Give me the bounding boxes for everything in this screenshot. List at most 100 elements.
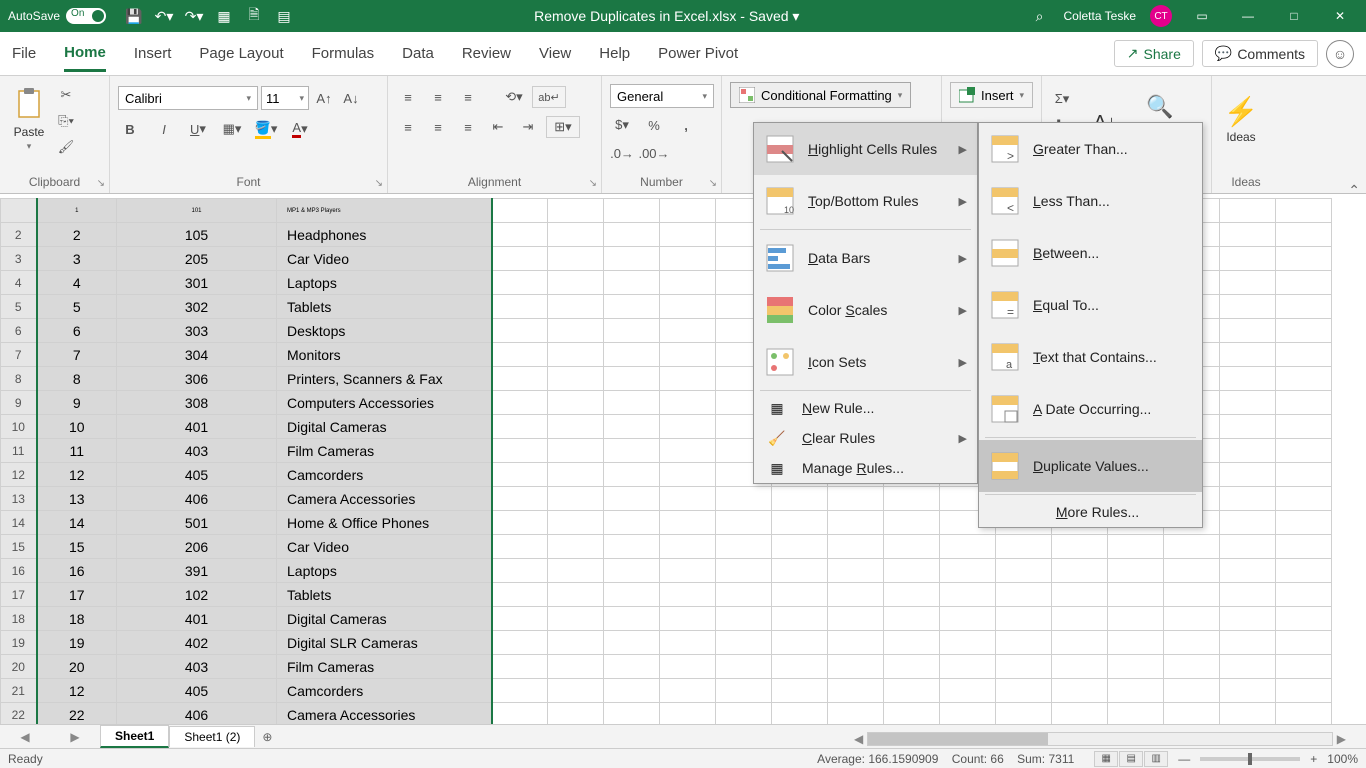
row-header[interactable]: 4 <box>1 271 37 295</box>
menu-date-occurring[interactable]: A Date Occurring... <box>979 383 1202 435</box>
cell[interactable] <box>1276 199 1332 223</box>
cell[interactable] <box>604 271 660 295</box>
cell[interactable] <box>1220 631 1276 655</box>
font-color-icon[interactable]: A▾ <box>288 118 312 140</box>
cell[interactable]: 402 <box>117 631 277 655</box>
cell[interactable] <box>828 607 884 631</box>
cell[interactable]: 405 <box>117 463 277 487</box>
cell[interactable]: 7 <box>37 343 117 367</box>
row-header[interactable]: 12 <box>1 463 37 487</box>
cell[interactable] <box>1052 631 1108 655</box>
cell[interactable] <box>1108 535 1164 559</box>
cell[interactable] <box>828 535 884 559</box>
cell[interactable]: 10 <box>37 415 117 439</box>
cell[interactable] <box>1220 223 1276 247</box>
cell[interactable] <box>884 703 940 725</box>
row-header[interactable]: 17 <box>1 583 37 607</box>
cell[interactable]: 302 <box>117 295 277 319</box>
cell[interactable] <box>604 463 660 487</box>
cell[interactable] <box>604 559 660 583</box>
table-row[interactable]: 2020403Film Cameras <box>1 655 1332 679</box>
cell[interactable]: 16 <box>37 559 117 583</box>
cell[interactable]: 405 <box>117 679 277 703</box>
cell[interactable]: 308 <box>117 391 277 415</box>
cell[interactable] <box>1220 271 1276 295</box>
cell[interactable] <box>492 199 548 223</box>
menu-equal-to[interactable]: = Equal To... <box>979 279 1202 331</box>
cell[interactable]: Tablets <box>277 583 492 607</box>
cell[interactable]: Camera Accessories <box>277 703 492 725</box>
cell[interactable] <box>884 631 940 655</box>
cell[interactable] <box>604 439 660 463</box>
tab-power-pivot[interactable]: Power Pivot <box>658 37 738 70</box>
cell[interactable]: 306 <box>117 367 277 391</box>
cell[interactable] <box>1220 199 1276 223</box>
cell[interactable]: 19 <box>37 631 117 655</box>
row-header[interactable]: 16 <box>1 559 37 583</box>
increase-indent-icon[interactable]: ⇥ <box>516 116 540 138</box>
tab-view[interactable]: View <box>539 37 571 70</box>
cell[interactable] <box>1164 607 1220 631</box>
cell[interactable] <box>1220 559 1276 583</box>
copy-icon[interactable]: ⎘▾ <box>54 110 78 132</box>
cell[interactable] <box>1052 535 1108 559</box>
comments-button[interactable]: 💬 Comments <box>1202 40 1318 67</box>
align-center-icon[interactable]: ≡ <box>426 116 450 138</box>
cell[interactable] <box>660 487 716 511</box>
cell[interactable] <box>660 535 716 559</box>
cell[interactable] <box>828 655 884 679</box>
close-icon[interactable]: ✕ <box>1324 9 1356 23</box>
share-button[interactable]: ↗ Share <box>1114 40 1194 67</box>
cell[interactable]: 401 <box>117 415 277 439</box>
cell[interactable] <box>828 703 884 725</box>
cell[interactable] <box>492 463 548 487</box>
merge-center-button[interactable]: ⊞▾ <box>546 116 580 138</box>
tab-page-layout[interactable]: Page Layout <box>199 37 283 70</box>
cell[interactable]: Home & Office Phones <box>277 511 492 535</box>
cell[interactable]: 303 <box>117 319 277 343</box>
cell[interactable] <box>604 391 660 415</box>
undo-icon[interactable]: ↶▾ <box>154 6 174 26</box>
zoom-in-button[interactable]: + <box>1310 752 1317 766</box>
cell[interactable] <box>828 487 884 511</box>
cell[interactable] <box>492 487 548 511</box>
cell[interactable] <box>772 511 828 535</box>
align-top-icon[interactable]: ≡ <box>396 86 420 108</box>
menu-top-bottom-rules[interactable]: 10 Top/Bottom Rules ▶ <box>754 175 977 227</box>
cell[interactable] <box>660 679 716 703</box>
cell[interactable]: 406 <box>117 703 277 725</box>
cell[interactable] <box>1108 607 1164 631</box>
row-header[interactable]: 21 <box>1 679 37 703</box>
cell[interactable] <box>660 295 716 319</box>
cell[interactable] <box>492 415 548 439</box>
table-row[interactable]: 2112405Camcorders <box>1 679 1332 703</box>
zoom-level[interactable]: 100% <box>1327 752 1358 766</box>
cell[interactable] <box>828 631 884 655</box>
cell[interactable] <box>716 607 772 631</box>
cell[interactable] <box>1164 703 1220 725</box>
cell[interactable]: Camcorders <box>277 679 492 703</box>
cell[interactable] <box>1164 655 1220 679</box>
cell[interactable]: 8 <box>37 367 117 391</box>
cell[interactable]: 13 <box>37 487 117 511</box>
cell[interactable]: Film Cameras <box>277 439 492 463</box>
cell[interactable]: 14 <box>37 511 117 535</box>
cell[interactable] <box>1052 583 1108 607</box>
cell[interactable] <box>996 679 1052 703</box>
cell[interactable] <box>604 295 660 319</box>
clipboard-launcher-icon[interactable]: ↘ <box>97 178 105 189</box>
cell[interactable] <box>660 559 716 583</box>
table-row[interactable]: 1919402Digital SLR Cameras <box>1 631 1332 655</box>
cell[interactable] <box>772 631 828 655</box>
cell[interactable] <box>548 295 604 319</box>
cell[interactable] <box>828 559 884 583</box>
cell[interactable] <box>492 607 548 631</box>
tab-home[interactable]: Home <box>64 36 106 72</box>
cell[interactable] <box>548 247 604 271</box>
cell[interactable] <box>1276 463 1332 487</box>
cell[interactable] <box>1276 295 1332 319</box>
cell[interactable]: 18 <box>37 607 117 631</box>
cell[interactable]: 403 <box>117 439 277 463</box>
cell[interactable] <box>1276 247 1332 271</box>
cell[interactable] <box>1108 583 1164 607</box>
